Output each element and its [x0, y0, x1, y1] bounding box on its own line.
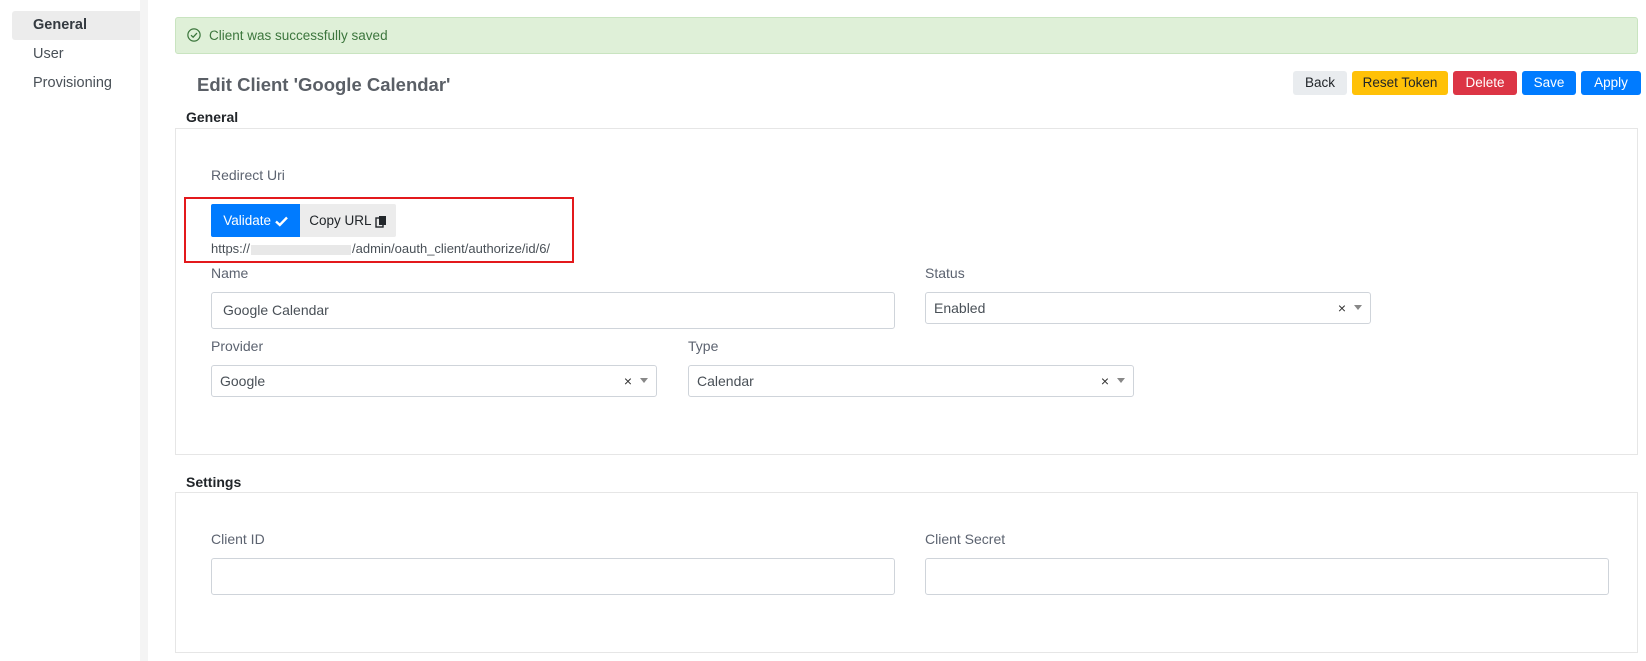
clear-icon[interactable]: × [1338, 293, 1346, 323]
save-button[interactable]: Save [1522, 71, 1576, 95]
type-label: Type [688, 338, 719, 354]
status-value: Enabled [934, 300, 986, 316]
sidebar-item-user[interactable]: User [12, 40, 144, 69]
check-circle-icon [187, 28, 201, 42]
client-secret-label: Client Secret [925, 531, 1006, 547]
general-section-title: General [186, 109, 239, 125]
redacted-host [251, 244, 352, 255]
clear-icon[interactable]: × [1101, 366, 1109, 396]
redirect-uri-label: Redirect Uri [211, 167, 285, 183]
reset-token-button[interactable]: Reset Token [1352, 71, 1448, 95]
status-select[interactable]: Enabled × [925, 292, 1371, 324]
client-id-field[interactable] [211, 558, 895, 595]
page-title: Edit Client 'Google Calendar' [197, 74, 451, 95]
sidebar-item-provisioning[interactable]: Provisioning [12, 69, 144, 98]
name-label: Name [211, 265, 249, 281]
copy-url-button[interactable]: Copy URL [300, 204, 396, 237]
chevron-down-icon[interactable] [1354, 305, 1362, 310]
provider-select[interactable]: Google × [211, 365, 657, 397]
type-value: Calendar [697, 373, 754, 389]
sidebar-divider [140, 0, 148, 661]
checkmark-icon [274, 216, 288, 227]
settings-section-title: Settings [186, 474, 242, 490]
copy-url-label: Copy URL [309, 213, 371, 228]
uri-suffix: /admin/oauth_client/authorize/id/6/ [352, 241, 551, 256]
name-field[interactable]: Google Calendar [211, 292, 895, 329]
clear-icon[interactable]: × [624, 366, 632, 396]
client-secret-field[interactable] [925, 558, 1609, 595]
apply-button[interactable]: Apply [1581, 71, 1641, 95]
provider-value: Google [220, 373, 266, 389]
status-label: Status [925, 265, 965, 281]
sidebar: General User Provisioning [0, 0, 144, 661]
alert-message: Client was successfully saved [209, 28, 388, 43]
chevron-down-icon[interactable] [640, 378, 648, 383]
chevron-down-icon[interactable] [1117, 378, 1125, 383]
type-select[interactable]: Calendar × [688, 365, 1134, 397]
uri-prefix: https:// [211, 241, 251, 256]
copy-icon [375, 215, 386, 228]
client-id-label: Client ID [211, 531, 265, 547]
validate-button[interactable]: Validate [211, 204, 300, 237]
provider-label: Provider [211, 338, 264, 354]
back-button[interactable]: Back [1293, 71, 1347, 95]
success-alert: Client was successfully saved [175, 17, 1638, 54]
delete-button[interactable]: Delete [1453, 71, 1517, 95]
validate-label: Validate [223, 213, 272, 228]
sidebar-item-general[interactable]: General [12, 11, 144, 40]
redirect-uri-value: https:// /admin/oauth_client/authorize/id… [211, 241, 550, 256]
